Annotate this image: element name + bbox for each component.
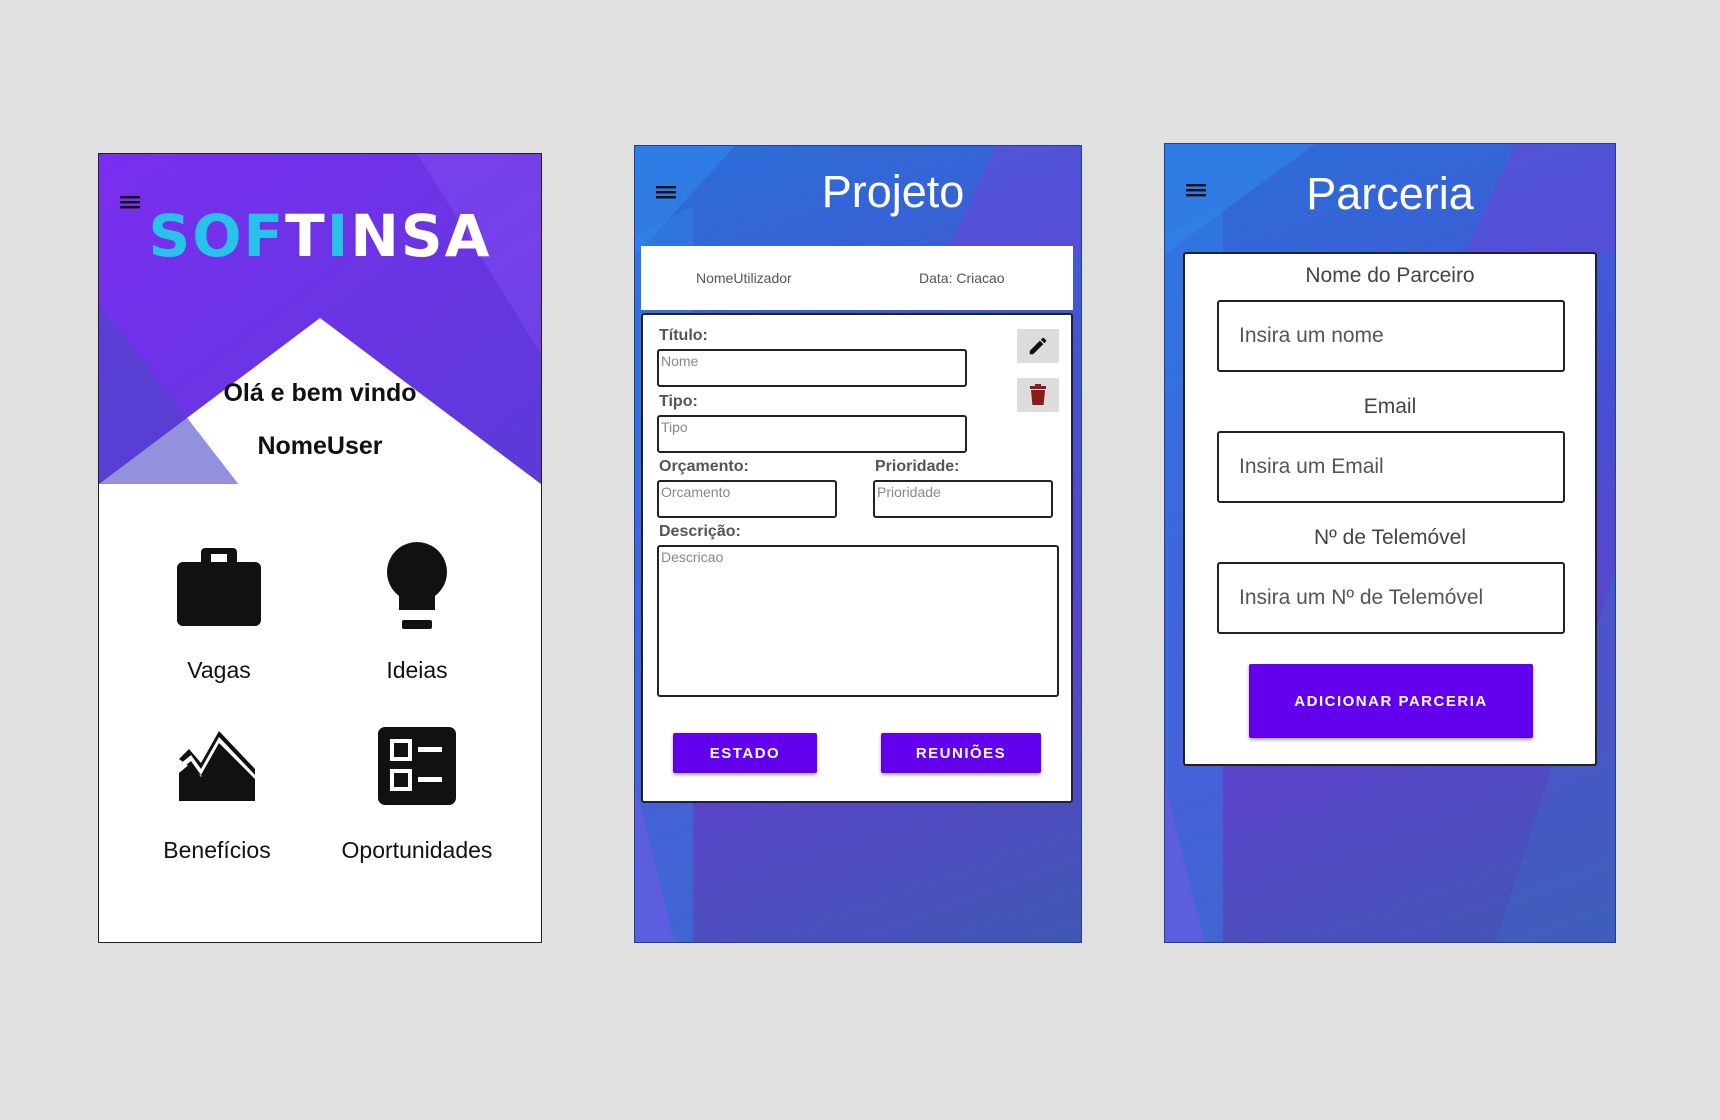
titulo-label: Título: xyxy=(659,327,708,344)
tile-label: Vagas xyxy=(187,657,251,683)
orcamento-input[interactable]: Orcamento xyxy=(657,480,837,518)
nome-label: Nome do Parceiro xyxy=(1305,264,1475,287)
project-form-card: Título: Nome Tipo: Tipo Orçamento: Orcam… xyxy=(641,313,1073,803)
project-header-card: NomeUtilizador Data: Criacao xyxy=(641,246,1073,310)
titulo-input[interactable]: Nome xyxy=(657,349,967,387)
trending-down-icon xyxy=(117,717,317,815)
page-title: Projeto xyxy=(821,166,965,217)
email-input[interactable]: Insira um Email xyxy=(1217,431,1565,503)
greeting-text: Olá e bem vindo xyxy=(223,379,417,407)
tile-oportunidades[interactable]: Oportunidades xyxy=(317,717,517,864)
tile-label: Ideias xyxy=(386,657,448,683)
briefcase-icon xyxy=(119,537,319,635)
descricao-label: Descrição: xyxy=(659,523,741,540)
estado-button[interactable]: ESTADO xyxy=(673,733,817,773)
edit-button[interactable] xyxy=(1017,329,1059,363)
parceria-form-card: Nome do Parceiro Insira um nome Email In… xyxy=(1183,252,1597,766)
prioridade-input[interactable]: Prioridade xyxy=(873,480,1053,518)
home-screen: SOFTINSA Olá e bem vindo NomeUser Vagas … xyxy=(98,153,542,943)
reunioes-button[interactable]: REUNIÕES xyxy=(881,733,1041,773)
parceria-screen: Parceria Nome do Parceiro Insira um nome… xyxy=(1164,143,1616,943)
telemovel-input[interactable]: Insira um Nº de Telemóvel xyxy=(1217,562,1565,634)
nome-input[interactable]: Insira um nome xyxy=(1217,300,1565,372)
tipo-label: Tipo: xyxy=(659,393,698,410)
tile-label: Oportunidades xyxy=(341,837,493,863)
telemovel-label: Nº de Telemóvel xyxy=(1313,526,1467,549)
prioridade-label: Prioridade: xyxy=(875,458,960,475)
tile-label: Benefícios xyxy=(163,837,271,863)
trash-icon xyxy=(1030,384,1046,405)
descricao-textarea[interactable]: Descricao xyxy=(657,545,1059,697)
tipo-input[interactable]: Tipo xyxy=(657,415,967,453)
orcamento-label: Orçamento: xyxy=(659,458,749,475)
tile-beneficios[interactable]: Benefícios xyxy=(117,717,317,864)
list-icon xyxy=(317,717,517,815)
tile-ideias[interactable]: Ideias xyxy=(317,537,517,684)
softinsa-logo: SOFTINSA xyxy=(148,202,492,270)
user-name: NomeUtilizador xyxy=(696,270,792,286)
adicionar-parceria-button[interactable]: ADICIONAR PARCERIA xyxy=(1249,664,1533,738)
lightbulb-icon xyxy=(317,537,517,635)
creation-date: Data: Criacao xyxy=(919,270,1005,286)
username-text: NomeUser xyxy=(257,432,383,460)
projeto-screen: Projeto NomeUtilizador Data: Criacao Tít… xyxy=(634,145,1082,943)
email-label: Email xyxy=(1363,395,1417,418)
tile-vagas[interactable]: Vagas xyxy=(119,537,319,684)
page-title: Parceria xyxy=(1306,168,1474,219)
pencil-icon xyxy=(1029,337,1047,355)
delete-button[interactable] xyxy=(1017,378,1059,412)
